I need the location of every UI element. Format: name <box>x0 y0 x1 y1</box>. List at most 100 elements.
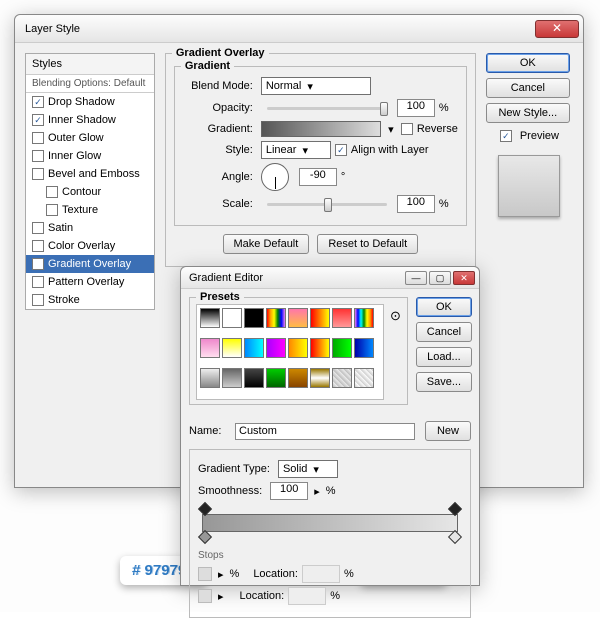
checkbox[interactable]: ✓ <box>32 114 44 126</box>
ge-save-button[interactable]: Save... <box>416 372 472 392</box>
preset-swatch[interactable] <box>288 368 308 388</box>
preview-label: Preview <box>520 130 559 142</box>
opacity-stop-left[interactable] <box>198 502 212 516</box>
preset-swatch[interactable] <box>310 308 330 328</box>
preset-swatch[interactable] <box>354 338 374 358</box>
stops-label: Stops <box>198 550 462 561</box>
maximize-icon[interactable]: ▢ <box>429 271 451 285</box>
preset-swatch[interactable] <box>222 338 242 358</box>
ge-ok-button[interactable]: OK <box>416 297 472 317</box>
preset-swatch[interactable] <box>200 308 220 328</box>
preset-swatch[interactable] <box>222 308 242 328</box>
preview-checkbox[interactable]: ✓ <box>500 130 512 142</box>
style-item-satin[interactable]: Satin <box>26 219 154 237</box>
ok-button[interactable]: OK <box>486 53 570 73</box>
preset-swatch[interactable] <box>354 308 374 328</box>
preset-swatch[interactable] <box>332 308 352 328</box>
preset-swatch[interactable] <box>200 368 220 388</box>
preset-swatch[interactable] <box>266 308 286 328</box>
color-stop-left[interactable] <box>198 530 212 544</box>
scale-value[interactable]: 100 <box>397 195 435 213</box>
style-item-drop-shadow[interactable]: ✓Drop Shadow <box>26 93 154 111</box>
opacity-value[interactable]: 100 <box>397 99 435 117</box>
ge-close-icon[interactable]: ✕ <box>453 271 475 285</box>
gradient-type-select[interactable]: Solid <box>278 460 338 478</box>
ge-load-button[interactable]: Load... <box>416 347 472 367</box>
reverse-checkbox[interactable] <box>401 123 413 135</box>
close-icon[interactable]: ✕ <box>535 20 579 38</box>
preview-swatch <box>498 155 560 217</box>
preset-swatch[interactable] <box>244 368 264 388</box>
style-select[interactable]: Linear <box>261 141 331 159</box>
style-item-color-overlay[interactable]: Color Overlay <box>26 237 154 255</box>
opacity-stop-swatch <box>198 567 212 581</box>
checkbox[interactable] <box>46 186 58 198</box>
opacity-stop-right[interactable] <box>448 502 462 516</box>
styles-header[interactable]: Styles <box>26 54 154 75</box>
checkbox[interactable] <box>32 150 44 162</box>
checkbox[interactable] <box>32 276 44 288</box>
style-item-inner-shadow[interactable]: ✓Inner Shadow <box>26 111 154 129</box>
right-buttons: OK Cancel New Style... ✓ Preview <box>486 53 573 310</box>
ge-title: Gradient Editor <box>189 272 403 284</box>
checkbox[interactable] <box>32 222 44 234</box>
checkbox[interactable] <box>32 168 44 180</box>
gradient-bar[interactable] <box>202 514 458 532</box>
presets-grid[interactable] <box>196 304 384 400</box>
new-button[interactable]: New <box>425 421 471 441</box>
ge-cancel-button[interactable]: Cancel <box>416 322 472 342</box>
checkbox[interactable] <box>32 132 44 144</box>
checkbox[interactable] <box>46 204 58 216</box>
align-with-layer-checkbox[interactable]: ✓ <box>335 144 347 156</box>
checkbox[interactable]: ✓ <box>32 96 44 108</box>
angle-label: Angle: <box>183 171 257 183</box>
make-default-button[interactable]: Make Default <box>223 234 310 254</box>
blending-options[interactable]: Blending Options: Default <box>26 75 154 93</box>
preset-swatch[interactable] <box>244 308 264 328</box>
angle-wheel[interactable] <box>261 163 289 191</box>
preset-swatch[interactable] <box>332 368 352 388</box>
style-item-bevel-and-emboss[interactable]: Bevel and Emboss <box>26 165 154 183</box>
preset-menu-icon[interactable]: ⊙ <box>390 308 401 324</box>
checkbox[interactable] <box>32 240 44 252</box>
blend-mode-select[interactable]: Normal <box>261 77 371 95</box>
name-field[interactable] <box>235 423 415 440</box>
gradient-swatch[interactable] <box>261 121 381 137</box>
style-item-contour[interactable]: Contour <box>26 183 154 201</box>
ge-titlebar[interactable]: Gradient Editor — ▢ ✕ <box>181 267 479 289</box>
preset-swatch[interactable] <box>332 338 352 358</box>
cancel-button[interactable]: Cancel <box>486 78 570 98</box>
checkbox[interactable]: ✓ <box>32 258 44 270</box>
reset-default-button[interactable]: Reset to Default <box>317 234 418 254</box>
reverse-label: Reverse <box>417 123 458 135</box>
style-item-pattern-overlay[interactable]: Pattern Overlay <box>26 273 154 291</box>
checkbox[interactable] <box>32 294 44 306</box>
style-item-gradient-overlay[interactable]: ✓Gradient Overlay <box>26 255 154 273</box>
color-stop-right[interactable] <box>448 530 462 544</box>
style-item-inner-glow[interactable]: Inner Glow <box>26 147 154 165</box>
style-item-texture[interactable]: Texture <box>26 201 154 219</box>
scale-slider[interactable] <box>267 203 387 206</box>
preset-swatch[interactable] <box>288 338 308 358</box>
gradient-dropdown-icon[interactable]: ▾ <box>385 123 397 136</box>
style-item-outer-glow[interactable]: Outer Glow <box>26 129 154 147</box>
preset-swatch[interactable] <box>354 368 374 388</box>
preset-swatch[interactable] <box>288 308 308 328</box>
preset-swatch[interactable] <box>200 338 220 358</box>
new-style-button[interactable]: New Style... <box>486 103 570 123</box>
smoothness-value[interactable]: 100 <box>270 482 308 500</box>
gradient-type-label: Gradient Type: <box>198 463 270 475</box>
preset-swatch[interactable] <box>266 368 286 388</box>
main-titlebar[interactable]: Layer Style ✕ <box>15 15 583 43</box>
angle-value[interactable]: -90 <box>299 168 337 186</box>
blend-mode-label: Blend Mode: <box>183 80 257 92</box>
preset-swatch[interactable] <box>310 368 330 388</box>
preset-swatch[interactable] <box>266 338 286 358</box>
style-item-stroke[interactable]: Stroke <box>26 291 154 309</box>
color-stop-swatch <box>198 589 212 603</box>
minimize-icon[interactable]: — <box>405 271 427 285</box>
opacity-slider[interactable] <box>267 107 387 110</box>
preset-swatch[interactable] <box>244 338 264 358</box>
preset-swatch[interactable] <box>310 338 330 358</box>
preset-swatch[interactable] <box>222 368 242 388</box>
